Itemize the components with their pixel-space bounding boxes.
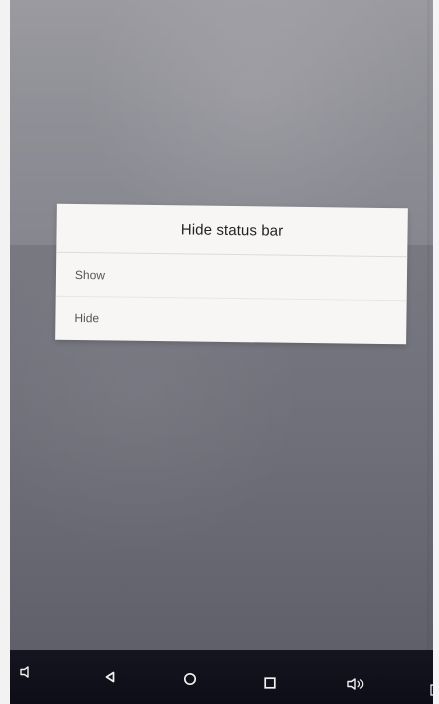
dialog-title: Hide status bar xyxy=(56,203,408,258)
photo-edge-shadow xyxy=(427,0,433,650)
hide-status-bar-dialog: Hide status bar Show Hide xyxy=(55,203,408,345)
show-option[interactable]: Show xyxy=(56,253,408,301)
back-icon[interactable] xyxy=(98,665,122,689)
speaker-icon[interactable] xyxy=(15,660,39,684)
recent-apps-icon[interactable] xyxy=(258,671,282,695)
device-screen: Hide status bar Show Hide xyxy=(10,0,433,650)
screenshot-icon[interactable] xyxy=(423,678,433,702)
home-icon[interactable] xyxy=(178,667,202,691)
hide-option[interactable]: Hide xyxy=(55,295,407,344)
right-bezel xyxy=(433,0,439,704)
volume-icon[interactable] xyxy=(344,672,368,696)
left-bezel xyxy=(0,0,10,704)
navigation-bar xyxy=(10,650,433,704)
